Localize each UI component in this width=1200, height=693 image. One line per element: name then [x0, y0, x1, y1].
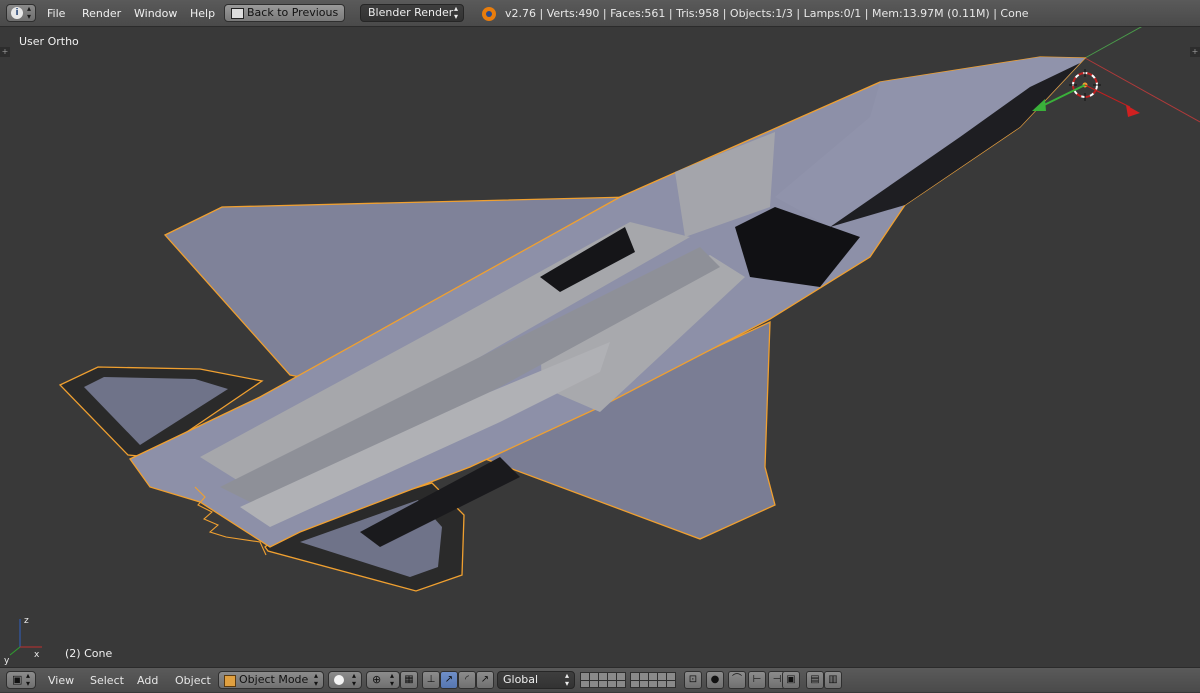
- proportional-editing-button[interactable]: ●: [706, 671, 724, 689]
- axis-gizmo: z x y: [4, 616, 42, 666]
- editor-type-button[interactable]: ▣ ▴ ▾: [6, 671, 36, 689]
- info-header: i ▴ ▾ File Render Window Help Back to Pre…: [0, 0, 1200, 27]
- snap-button[interactable]: ⌒: [728, 671, 746, 689]
- chevron-updown-icon: ▴ ▾: [26, 4, 31, 21]
- opengl-render-button[interactable]: ▣: [782, 671, 800, 689]
- snap-increment-icon: ⊢: [752, 674, 762, 685]
- mode-value: Object Mode: [239, 673, 309, 686]
- menu-file[interactable]: File: [47, 0, 65, 27]
- menu-render[interactable]: Render: [82, 0, 121, 27]
- 3d-view-icon: ▣: [12, 673, 23, 686]
- object-mode-icon: [224, 675, 236, 687]
- scale-icon: ↗: [480, 674, 490, 685]
- mode-select[interactable]: Object Mode ▴ ▾: [218, 671, 324, 689]
- chevron-updown-icon: ▴ ▾: [313, 671, 318, 688]
- arrow-icon: ↗: [444, 674, 454, 685]
- viewport-shading-select[interactable]: ▴ ▾: [328, 671, 362, 689]
- pivot-point-select[interactable]: ⊕ ▴ ▾: [366, 671, 400, 689]
- y-axis-line: [1084, 27, 1143, 59]
- svg-text:z: z: [24, 616, 29, 626]
- menu-object[interactable]: Object: [175, 668, 211, 693]
- lock-layers-button[interactable]: ⊡: [684, 671, 702, 689]
- snap-element-select[interactable]: ⊢: [748, 671, 766, 689]
- scene-canvas: z x y: [4, 27, 1200, 666]
- x-axis-line: [1084, 57, 1200, 123]
- transform-orientation-select[interactable]: Global ▴ ▾: [497, 671, 575, 689]
- grid-icon: ▦: [404, 674, 414, 685]
- svg-text:x: x: [34, 650, 40, 660]
- info-icon: i: [11, 7, 23, 19]
- solid-shading-icon: [334, 675, 344, 685]
- chevron-updown-icon: ▴ ▾: [25, 671, 30, 688]
- translate-manipulator-button[interactable]: ↗: [440, 671, 458, 689]
- scene-stats: v2.76 | Verts:490 | Faces:561 | Tris:958…: [505, 7, 1029, 20]
- chevron-updown-icon: ▴ ▾: [351, 671, 356, 688]
- chevron-updown-icon: ▴ ▾: [564, 671, 569, 688]
- render-icon: ▣: [786, 674, 796, 685]
- back-to-previous-button[interactable]: Back to Previous: [224, 4, 346, 22]
- axes-icon: ⊥: [426, 674, 436, 685]
- menu-help[interactable]: Help: [190, 0, 215, 27]
- chevron-updown-icon: ▴ ▾: [389, 671, 394, 688]
- manipulator-toggle[interactable]: ⊥: [422, 671, 440, 689]
- 3d-view-header: ▣ ▴ ▾ View Select Add Object Object Mode …: [0, 667, 1200, 692]
- blender-logo-icon: [482, 7, 496, 21]
- menu-select[interactable]: Select: [90, 668, 124, 693]
- rotate-manipulator-button[interactable]: ◜: [458, 671, 476, 689]
- aircraft-mesh[interactable]: [58, 56, 1087, 592]
- x-arrow-icon: [1126, 105, 1140, 117]
- render-engine-select[interactable]: Blender Render ▴ ▾: [360, 4, 464, 22]
- clapper-icon: ▥: [828, 674, 838, 685]
- menu-view[interactable]: View: [48, 668, 74, 693]
- opengl-render-animation-button[interactable]: ▥: [824, 671, 842, 689]
- lock-icon: ⊡: [688, 674, 698, 685]
- menu-window[interactable]: Window: [134, 0, 177, 27]
- 3d-viewport[interactable]: User Ortho + + z x y (2) Cone: [0, 27, 1200, 667]
- pivot-only-locations-button[interactable]: ▦: [400, 671, 418, 689]
- scale-manipulator-button[interactable]: ↗: [476, 671, 494, 689]
- svg-text:y: y: [4, 656, 10, 666]
- render-engine-value: Blender Render: [368, 6, 454, 19]
- rotate-icon: ◜: [465, 674, 469, 685]
- back-icon: [231, 8, 244, 19]
- menu-add[interactable]: Add: [137, 668, 158, 693]
- active-object-label: (2) Cone: [65, 647, 113, 660]
- opengl-render-image-button[interactable]: ▤: [806, 671, 824, 689]
- scene-layers-group-1[interactable]: [580, 672, 626, 688]
- scene-layers-group-2[interactable]: [630, 672, 676, 688]
- back-to-previous-label: Back to Previous: [247, 6, 339, 19]
- chevron-updown-icon: ▴ ▾: [453, 4, 458, 21]
- circle-icon: ●: [710, 674, 720, 685]
- magnet-icon: ⌒: [732, 674, 742, 685]
- camera-icon: ▤: [810, 674, 820, 685]
- pivot-point-icon: ⊕: [372, 673, 382, 686]
- orientation-value: Global: [503, 673, 539, 686]
- editor-type-button[interactable]: i ▴ ▾: [6, 4, 36, 22]
